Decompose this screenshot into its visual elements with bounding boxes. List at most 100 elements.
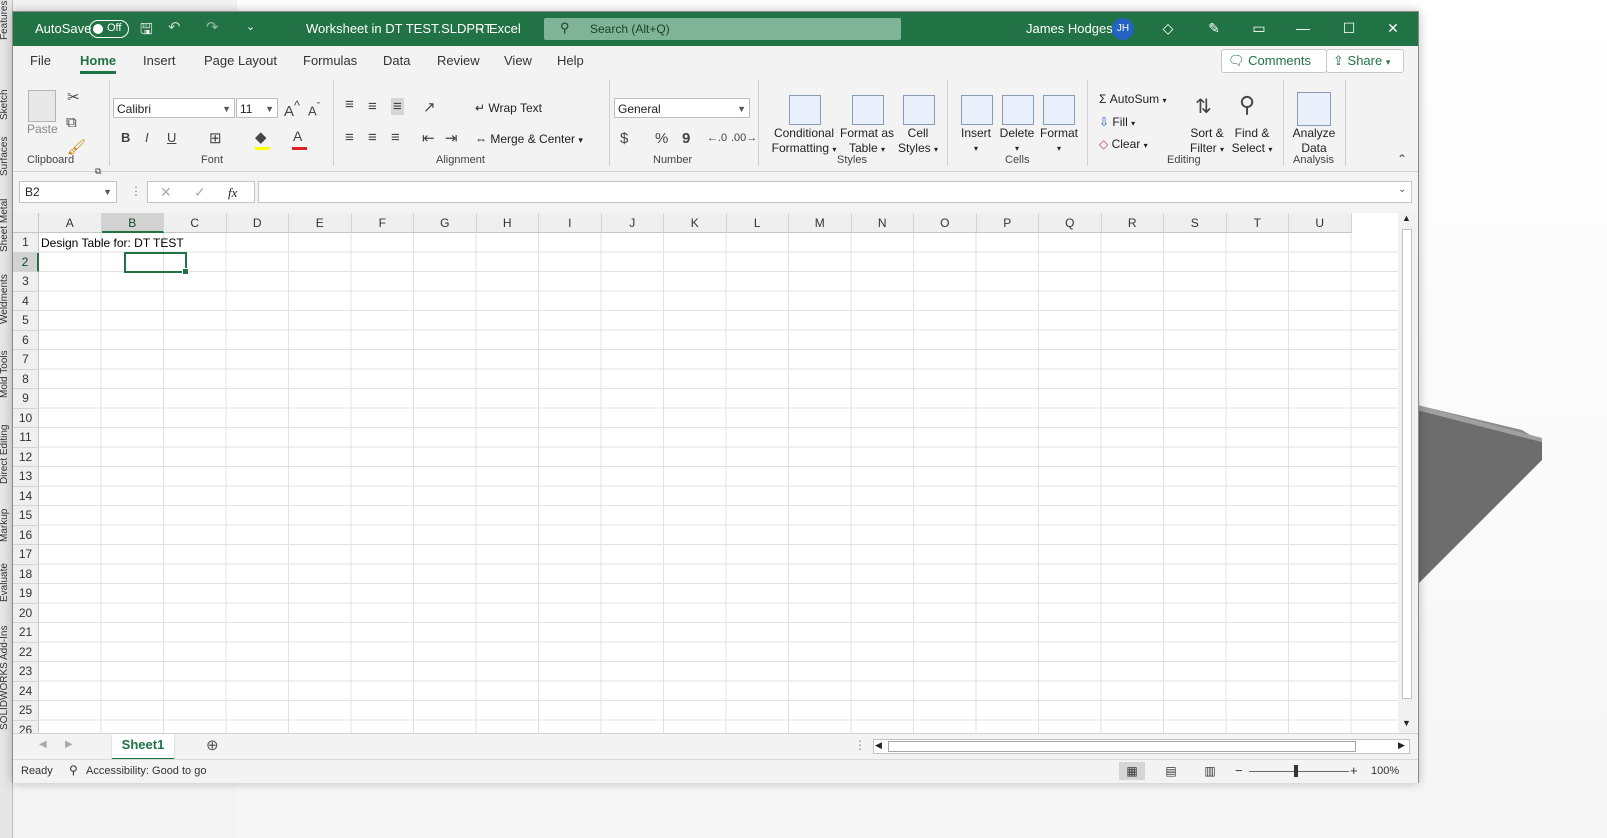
tab-data[interactable]: Data xyxy=(383,53,410,68)
zoom-slider[interactable] xyxy=(1249,771,1349,772)
italic-button[interactable]: I xyxy=(145,130,149,145)
column-header[interactable]: E xyxy=(289,213,352,233)
find-select-button[interactable]: Find & Select ▾ xyxy=(1229,126,1275,157)
zoom-in-button[interactable]: + xyxy=(1350,763,1358,778)
sheet-tab[interactable]: Sheet1 xyxy=(112,734,174,760)
search-box[interactable]: ⚲ Search (Alt+Q) xyxy=(544,18,901,40)
column-header[interactable]: O xyxy=(914,213,977,233)
row-header[interactable]: 11 xyxy=(13,428,39,448)
horizontal-scrollbar[interactable]: ◀ ▶ xyxy=(873,739,1410,754)
row-header[interactable]: 15 xyxy=(13,506,39,526)
share-button[interactable]: ⇪ Share ▾ xyxy=(1326,49,1404,73)
add-sheet-icon[interactable]: ⊕ xyxy=(206,736,219,754)
delete-cells-button[interactable]: Delete ▾ xyxy=(997,126,1037,156)
format-as-table-button[interactable]: Format as Table ▾ xyxy=(839,126,895,157)
decrease-font-icon[interactable]: Aˇ xyxy=(308,101,320,118)
row-header[interactable]: 6 xyxy=(13,330,39,350)
bold-button[interactable]: B xyxy=(121,130,130,145)
comma-button[interactable]: 9 xyxy=(682,130,690,147)
vertical-scroll-thumb[interactable] xyxy=(1402,229,1412,699)
row-header[interactable]: 22 xyxy=(13,642,39,662)
fill-button[interactable]: ⇩ Fill ▾ xyxy=(1099,115,1135,131)
column-header[interactable]: U xyxy=(1289,213,1352,233)
percent-button[interactable]: % xyxy=(655,130,668,147)
copy-icon[interactable]: ⧉ xyxy=(66,114,77,131)
column-header[interactable]: A xyxy=(39,213,102,233)
redo-icon[interactable]: ↷ xyxy=(206,18,219,36)
number-format-select[interactable]: General ▼ xyxy=(614,98,750,118)
column-header[interactable]: G xyxy=(414,213,477,233)
scroll-left-icon[interactable]: ◀ xyxy=(875,740,882,751)
row-header[interactable]: 18 xyxy=(13,564,39,584)
insert-cells-button[interactable]: Insert ▾ xyxy=(956,126,996,156)
autosave-toggle[interactable]: Off xyxy=(89,20,129,38)
zoom-out-button[interactable]: − xyxy=(1235,763,1243,778)
insert-function-button[interactable]: fx xyxy=(228,185,237,201)
row-header[interactable]: 1 xyxy=(13,233,39,253)
font-size-select[interactable]: 11 ▼ xyxy=(236,98,278,118)
accessibility-status[interactable]: Accessibility: Good to go xyxy=(86,765,206,777)
tab-formulas[interactable]: Formulas xyxy=(303,53,357,68)
paste-button[interactable]: Paste xyxy=(27,90,58,137)
save-icon[interactable]: 🖫 xyxy=(140,19,153,44)
underline-button[interactable]: U xyxy=(167,130,176,145)
scroll-right-icon[interactable]: ▶ xyxy=(1398,740,1405,751)
column-header[interactable]: C xyxy=(164,213,227,233)
zoom-slider-thumb[interactable] xyxy=(1294,765,1298,777)
column-header[interactable]: M xyxy=(789,213,852,233)
zoom-level[interactable]: 100% xyxy=(1371,765,1399,777)
row-header[interactable]: 12 xyxy=(13,447,39,467)
column-header[interactable]: Q xyxy=(1039,213,1102,233)
column-header[interactable]: I xyxy=(539,213,602,233)
row-header[interactable]: 25 xyxy=(13,701,39,721)
row-header[interactable]: 2 xyxy=(13,252,39,272)
row-header[interactable]: 21 xyxy=(13,623,39,643)
format-cells-button[interactable]: Format ▾ xyxy=(1037,126,1081,156)
align-top-icon[interactable]: ≡ xyxy=(345,96,354,113)
borders-icon[interactable]: ⊞ xyxy=(209,129,222,147)
cancel-icon[interactable]: ✕ xyxy=(160,184,172,201)
page-layout-view-icon[interactable]: ▤ xyxy=(1158,762,1184,780)
increase-font-icon[interactable]: A^ xyxy=(284,99,300,120)
cell-a1[interactable]: Design Table for: DT TEST xyxy=(41,234,184,253)
collapse-ribbon-icon[interactable]: ⌃ xyxy=(1397,152,1407,166)
select-all-corner[interactable] xyxy=(13,213,39,233)
tab-file[interactable]: File xyxy=(30,53,51,68)
align-middle-icon[interactable]: ≡ xyxy=(368,98,377,115)
row-header[interactable]: 3 xyxy=(13,272,39,292)
tab-page-layout[interactable]: Page Layout xyxy=(204,53,277,68)
align-left-icon[interactable]: ≡ xyxy=(345,129,354,146)
conditional-formatting-button[interactable]: Conditional Formatting ▾ xyxy=(764,126,844,157)
column-header[interactable]: F xyxy=(351,213,414,233)
row-header[interactable]: 26 xyxy=(13,720,39,733)
dialog-launcher-icon[interactable]: ⧉ xyxy=(95,166,101,177)
decrease-decimal-icon[interactable]: .00→ xyxy=(731,132,757,144)
currency-button[interactable]: $ xyxy=(620,130,628,147)
scroll-up-icon[interactable]: ▲ xyxy=(1402,213,1411,223)
increase-decimal-icon[interactable]: ←.0 xyxy=(707,132,727,144)
normal-view-icon[interactable]: ▦ xyxy=(1119,762,1145,780)
row-header[interactable]: 24 xyxy=(13,681,39,701)
font-color-icon[interactable]: A xyxy=(293,128,302,144)
column-header[interactable]: D xyxy=(226,213,289,233)
enter-icon[interactable]: ✓ xyxy=(194,184,206,201)
cell-area[interactable] xyxy=(39,233,1398,733)
tab-insert[interactable]: Insert xyxy=(143,53,176,68)
active-cell-b2[interactable] xyxy=(124,252,189,275)
decrease-indent-icon[interactable]: ⇤ xyxy=(422,129,435,147)
align-bottom-icon[interactable]: ≡ xyxy=(391,98,404,115)
ribbon-display-icon[interactable]: ▭ xyxy=(1249,18,1269,38)
merge-center-button[interactable]: ⇔ Merge & Center ▾ xyxy=(475,132,583,148)
column-header[interactable]: B xyxy=(101,213,164,233)
row-header[interactable]: 4 xyxy=(13,291,39,311)
tab-help[interactable]: Help xyxy=(557,53,584,68)
analyze-data-button[interactable]: Analyze Data xyxy=(1289,126,1339,156)
close-icon[interactable]: ✕ xyxy=(1383,18,1403,38)
horizontal-scroll-thumb[interactable] xyxy=(888,741,1356,752)
row-header[interactable]: 8 xyxy=(13,369,39,389)
vertical-scrollbar[interactable]: ▲ ▼ xyxy=(1399,213,1415,733)
column-header[interactable]: T xyxy=(1226,213,1289,233)
column-header[interactable]: K xyxy=(664,213,727,233)
comments-button[interactable]: 🗨 Comments xyxy=(1221,49,1327,73)
column-header[interactable]: N xyxy=(851,213,914,233)
